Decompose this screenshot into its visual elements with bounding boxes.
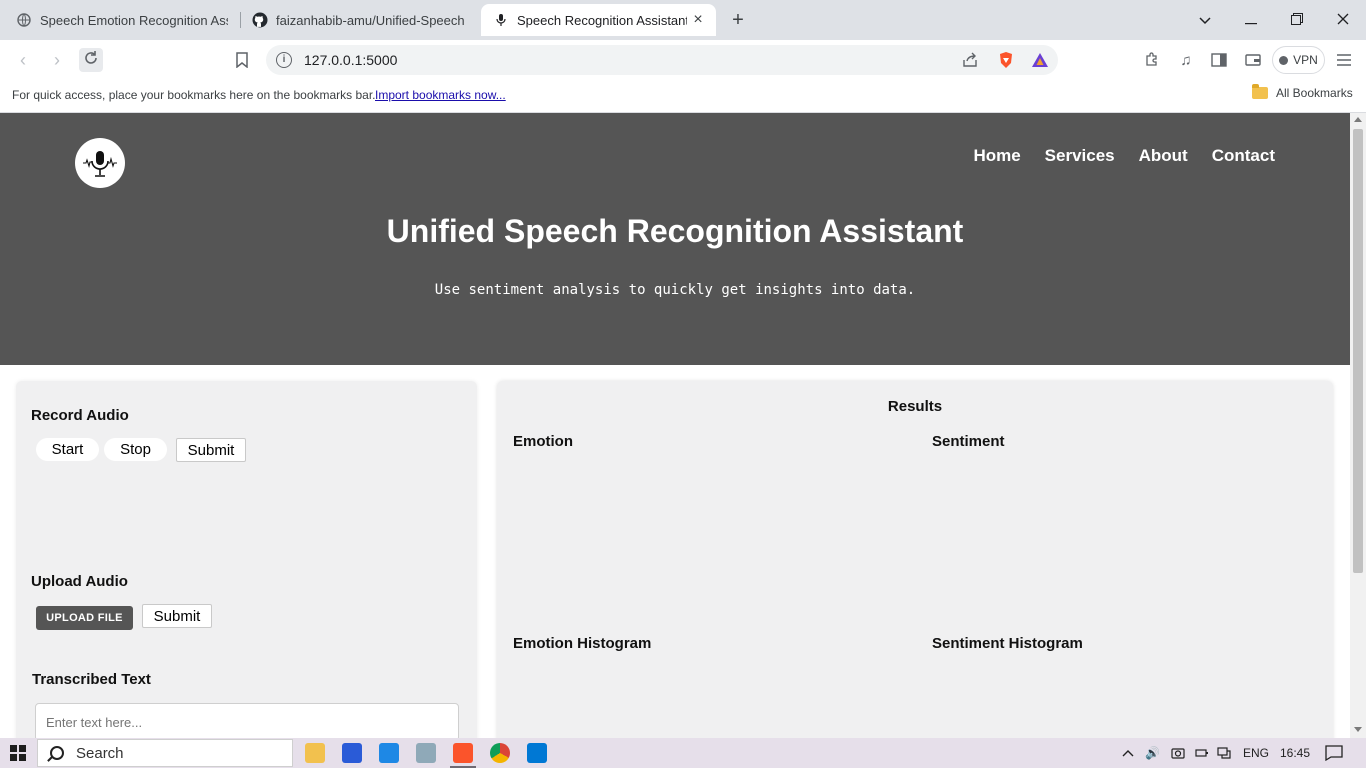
start-recording-button[interactable]: Start (36, 438, 99, 461)
new-tab-button[interactable]: + (727, 9, 749, 31)
clock-time[interactable]: 16:45 (1280, 738, 1310, 768)
github-icon (252, 12, 268, 28)
reload-button[interactable] (79, 48, 103, 72)
results-panel: Results Emotion Sentiment Emotion Histog… (497, 381, 1333, 738)
minimize-button[interactable] (1239, 8, 1263, 32)
page-title: Unified Speech Recognition Assistant (386, 213, 964, 249)
taskbar-search[interactable]: Search (37, 739, 293, 767)
share-icon[interactable] (960, 50, 980, 70)
page-tagline: Use sentiment analysis to quickly get in… (434, 282, 916, 298)
brave-shield-icon[interactable] (996, 50, 1016, 70)
tab-search-chevron-icon[interactable] (1193, 8, 1217, 32)
taskbar-search-label: Search (76, 744, 124, 762)
scroll-up-icon[interactable] (1354, 117, 1362, 122)
bookmarks-bar: For quick access, place your bookmarks h… (0, 80, 1366, 113)
volume-icon[interactable]: 🔊 (1145, 738, 1160, 768)
scroll-down-icon[interactable] (1354, 727, 1362, 732)
vpn-status-icon (1279, 55, 1289, 65)
network-icon[interactable] (1217, 738, 1231, 768)
chrome-icon[interactable] (490, 743, 510, 763)
folder-icon (1252, 84, 1268, 99)
power-plug-icon[interactable] (1194, 738, 1208, 768)
store-icon[interactable] (342, 743, 362, 763)
page-scrollbar[interactable] (1350, 113, 1366, 738)
brave-browser-icon[interactable] (450, 743, 476, 768)
vpn-label: VPN (1293, 53, 1318, 67)
browser-toolbar: ‹ › i 127.0.0.1:5000 ♫ VPN (0, 40, 1366, 80)
nav-home-link[interactable]: Home (973, 146, 1020, 166)
sentiment-histogram-heading: Sentiment Histogram (932, 635, 1083, 652)
url-text[interactable]: 127.0.0.1:5000 (304, 52, 397, 68)
brave-rewards-icon[interactable] (1030, 50, 1050, 70)
emotion-heading: Emotion (513, 433, 573, 450)
camera-icon[interactable] (1171, 738, 1185, 768)
tab-title: Speech Emotion Recognition Assista (40, 12, 228, 28)
microphone-icon (493, 12, 509, 28)
web-page: Home Services About Contact Unified Spee… (0, 113, 1350, 738)
upload-audio-heading: Upload Audio (31, 573, 128, 590)
all-bookmarks-button[interactable]: All Bookmarks (1252, 84, 1353, 100)
windows-start-icon[interactable] (10, 745, 26, 761)
nav-about-link[interactable]: About (1139, 146, 1188, 166)
nav-contact-link[interactable]: Contact (1212, 146, 1275, 166)
emotion-histogram-heading: Emotion Histogram (513, 635, 652, 652)
bookmarks-hint: For quick access, place your bookmarks h… (12, 88, 376, 102)
site-nav: Home Services About Contact (973, 146, 1275, 166)
results-heading: Results (887, 398, 943, 415)
back-button[interactable]: ‹ (11, 48, 35, 72)
transcribed-text-heading: Transcribed Text (32, 671, 151, 688)
close-window-button[interactable] (1331, 8, 1355, 32)
vpn-button[interactable]: VPN (1272, 46, 1325, 74)
all-bookmarks-label: All Bookmarks (1276, 86, 1353, 100)
microphone-logo-icon[interactable] (75, 138, 125, 188)
extensions-icon[interactable] (1142, 50, 1162, 70)
import-bookmarks-link[interactable]: Import bookmarks now... (375, 88, 506, 102)
globe-icon (16, 12, 32, 28)
tab-speech-emotion[interactable]: Speech Emotion Recognition Assista (4, 4, 240, 36)
restore-button[interactable] (1285, 8, 1309, 32)
scrollbar-thumb[interactable] (1353, 129, 1363, 573)
wallet-icon[interactable] (1243, 50, 1263, 70)
mail-icon[interactable] (379, 743, 399, 763)
photos-icon[interactable] (416, 743, 436, 763)
notifications-icon[interactable] (1325, 738, 1343, 768)
record-audio-heading: Record Audio (31, 407, 129, 424)
sidebar-icon[interactable] (1209, 50, 1229, 70)
sentiment-heading: Sentiment (932, 433, 1005, 450)
site-header: Home Services About Contact Unified Spee… (0, 113, 1350, 365)
tab-title: Speech Recognition Assistant (517, 12, 687, 28)
stop-recording-button[interactable]: Stop (104, 438, 167, 461)
upload-file-button[interactable]: UPLOAD FILE (36, 606, 133, 630)
file-explorer-icon[interactable] (305, 743, 325, 763)
forward-button[interactable]: › (45, 48, 69, 72)
tab-title: faizanhabib-amu/Unified-Speech-Re (276, 12, 464, 28)
tab-speech-recognition[interactable]: Speech Recognition Assistant × (481, 4, 716, 36)
address-bar[interactable]: i 127.0.0.1:5000 (266, 45, 1058, 75)
nav-services-link[interactable]: Services (1045, 146, 1115, 166)
close-tab-icon[interactable]: × (690, 12, 706, 28)
menu-icon[interactable] (1334, 50, 1354, 70)
language-indicator[interactable]: ENG (1243, 738, 1269, 768)
transcribed-text-input[interactable] (35, 703, 459, 738)
show-hidden-icons-chevron-icon[interactable] (1122, 738, 1134, 768)
browser-tabstrip: Speech Emotion Recognition Assista faiza… (0, 0, 1366, 40)
submit-upload-button[interactable]: Submit (142, 604, 212, 628)
windows-taskbar: Search 🔊 ENG 16:45 (0, 738, 1366, 768)
input-panel: Record Audio Start Stop Submit Upload Au… (16, 381, 477, 738)
site-info-icon[interactable]: i (276, 52, 292, 68)
search-icon (50, 746, 64, 760)
bookmark-icon[interactable] (232, 50, 252, 70)
tab-github[interactable]: faizanhabib-amu/Unified-Speech-Re (240, 4, 476, 36)
submit-recording-button[interactable]: Submit (176, 438, 246, 462)
vscode-icon[interactable] (527, 743, 547, 763)
media-music-icon[interactable]: ♫ (1176, 50, 1196, 70)
